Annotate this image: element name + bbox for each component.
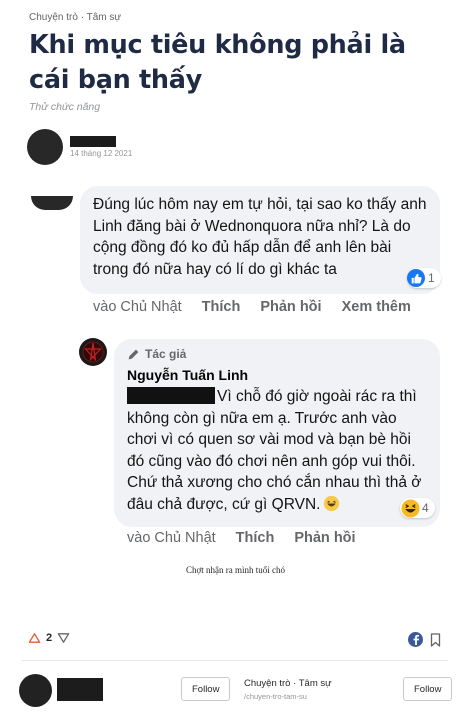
reply-text-block: Vì chỗ đó giờ ngoài rác ra thì không còn…	[127, 386, 427, 516]
bookmark-icon[interactable]	[430, 633, 441, 647]
downvote-icon[interactable]	[57, 632, 70, 644]
footer-space-url: /chuyen-tro-tam-su	[244, 692, 307, 701]
follow-author-button[interactable]: Follow	[181, 677, 231, 701]
see-more-button[interactable]: Xem thêm	[342, 299, 411, 315]
image-caption: Chợt nhận ra mình tuổi chó	[186, 565, 285, 575]
follow-space-button[interactable]: Follow	[403, 677, 453, 701]
reply-reaction-count: 4	[422, 501, 429, 515]
commenter-avatar	[31, 196, 73, 210]
author-badge: Tác giả	[127, 347, 186, 361]
reply-reply-button[interactable]: Phản hồi	[294, 530, 355, 546]
reply-like-button[interactable]: Thích	[236, 530, 275, 546]
space-label[interactable]: Chuyện trò · Tâm sự	[29, 12, 121, 23]
reply-actions: vào Chủ Nhật Thích Phản hồi	[127, 530, 376, 546]
reply-time: vào Chủ Nhật	[127, 530, 216, 546]
facebook-share-icon[interactable]	[408, 632, 423, 647]
comment-time: vào Chủ Nhật	[93, 299, 182, 315]
upvote-icon[interactable]	[28, 632, 41, 644]
divider	[22, 660, 448, 661]
pen-icon	[128, 349, 139, 359]
like-button[interactable]: Thích	[202, 299, 241, 315]
reply-text: Vì chỗ đó giờ ngoài rác ra thì không còn…	[127, 388, 422, 513]
vote-row: 2	[28, 632, 70, 644]
author-badge-label: Tác giả	[145, 347, 187, 361]
post-date: 14 tháng 12 2021	[70, 149, 133, 158]
mention-redacted	[127, 387, 215, 404]
comment-actions: vào Chủ Nhật Thích Phản hồi Xem thêm	[93, 299, 431, 315]
comment-text: Đúng lúc hôm nay em tự hỏi, tại sao ko t…	[93, 196, 427, 278]
laughing-emoji-icon	[324, 495, 340, 512]
reaction-summary[interactable]: 1	[407, 268, 441, 288]
haha-icon	[401, 498, 420, 518]
reply-button[interactable]: Phản hồi	[260, 299, 321, 315]
post-title: Khi mục tiêu không phải là cái bạn thấy	[29, 30, 406, 95]
footer-author-name-redacted	[57, 678, 103, 701]
like-icon	[407, 269, 425, 287]
reply-author-name[interactable]: Nguyễn Tuấn Linh	[127, 367, 248, 383]
reply-reaction-summary[interactable]: 4	[400, 498, 435, 518]
footer-author-avatar[interactable]	[19, 674, 52, 707]
pentagram-icon	[82, 341, 104, 363]
upvote-count: 2	[46, 632, 53, 644]
reply-author-avatar[interactable]	[79, 338, 107, 366]
post-subtitle: Thử chức năng	[29, 101, 101, 113]
author-name-redacted	[70, 136, 116, 147]
footer-space-name[interactable]: Chuyện trò · Tâm sự	[244, 678, 332, 689]
author-avatar[interactable]	[27, 129, 63, 165]
reaction-count: 1	[428, 271, 435, 285]
